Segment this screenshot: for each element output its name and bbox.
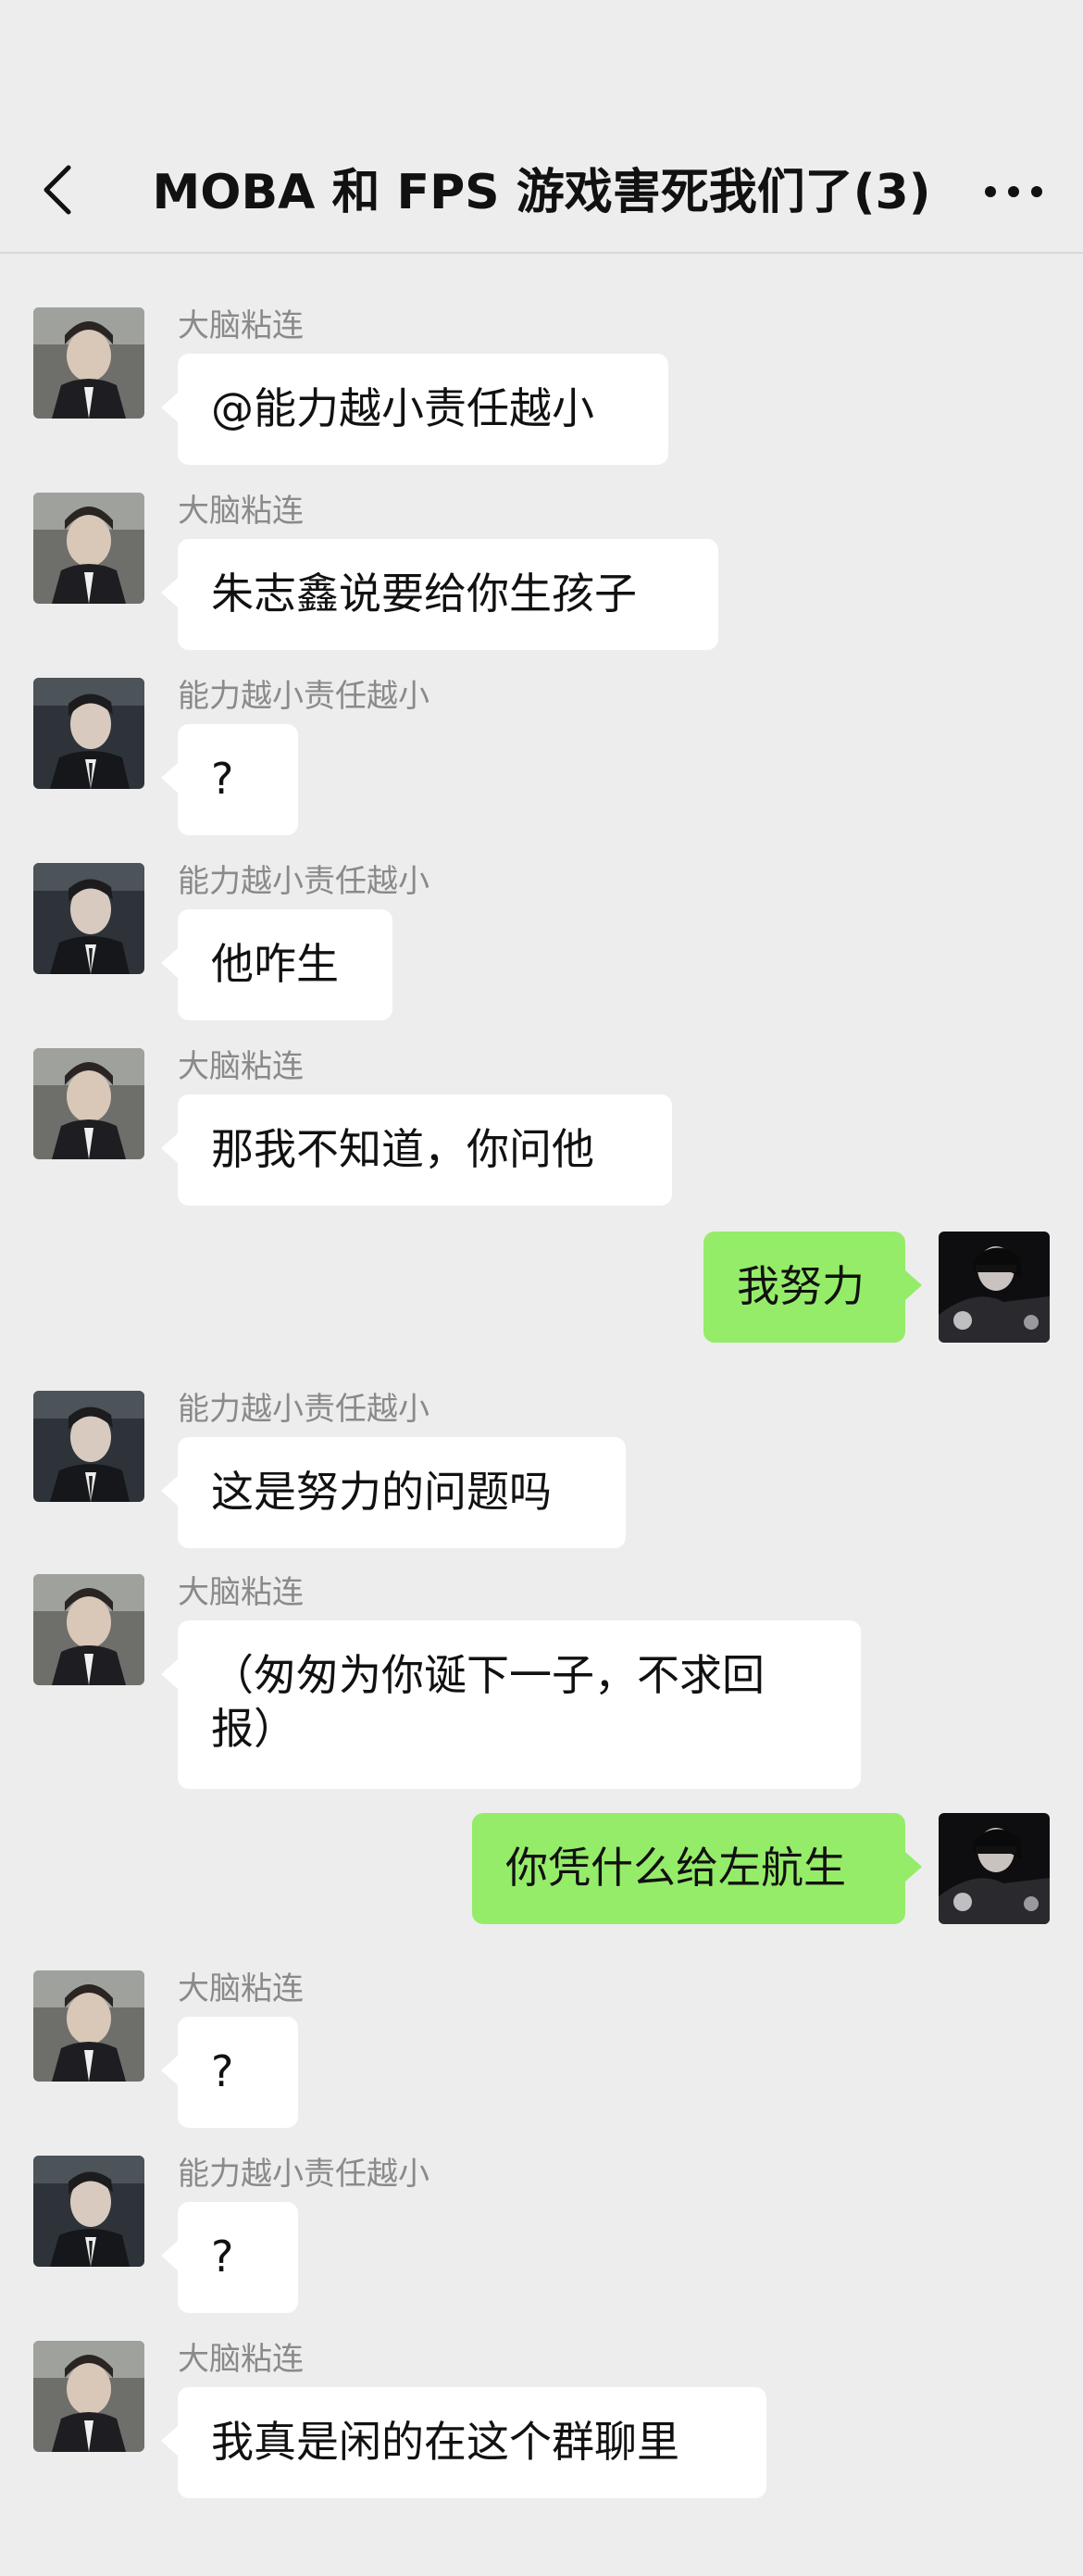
message-text: 那我不知道，你问他 (211, 1124, 594, 1174)
message-bubble[interactable]: ? (161, 2202, 298, 2313)
message-bubble[interactable]: 他咋生 (161, 909, 392, 1020)
message-bubble[interactable]: 我努力 (703, 1232, 922, 1343)
sender-name: 能力越小责任越小 (178, 2156, 429, 2193)
avatar[interactable] (33, 2341, 144, 2452)
avatar[interactable] (33, 1391, 144, 1502)
sender-name: 大脑粘连 (178, 2341, 304, 2378)
sender-name: 大脑粘连 (178, 1048, 304, 1085)
avatar[interactable] (939, 1813, 1050, 1924)
message-text: ? (211, 2046, 234, 2096)
avatar[interactable] (33, 2156, 144, 2267)
more-button[interactable] (981, 178, 1046, 206)
avatar[interactable] (33, 1970, 144, 2082)
message-bubble[interactable]: （匆匆为你诞下一子，不求回 报） (161, 1620, 861, 1789)
message-text: 朱志鑫说要给你生孩子 (211, 569, 637, 619)
sender-name: 大脑粘连 (178, 493, 304, 530)
message-text-line2: 报） (211, 1704, 296, 1754)
message-bubble[interactable]: ? (161, 2017, 298, 2128)
avatar[interactable] (33, 863, 144, 974)
avatar[interactable] (33, 493, 144, 604)
message-bubble[interactable]: 你凭什么给左航生 (472, 1813, 922, 1924)
message-text: ? (211, 2232, 234, 2282)
sender-name: 能力越小责任越小 (178, 1391, 429, 1428)
message-text: 我努力 (737, 1261, 865, 1311)
sender-name: 能力越小责任越小 (178, 863, 429, 900)
avatar[interactable] (939, 1232, 1050, 1343)
message-text: （匆匆为你诞下一子，不求回 (211, 1650, 765, 1700)
avatar[interactable] (33, 1574, 144, 1685)
message-bubble[interactable]: @能力越小责任越小 (161, 354, 668, 465)
message-bubble[interactable]: 朱志鑫说要给你生孩子 (161, 539, 718, 650)
message-text: 这是努力的问题吗 (211, 1467, 552, 1517)
avatar[interactable] (33, 1048, 144, 1159)
avatar[interactable] (33, 307, 144, 419)
message-text: 你凭什么给左航生 (505, 1843, 846, 1893)
sender-name: 能力越小责任越小 (178, 678, 429, 715)
sender-name: 大脑粘连 (178, 1574, 304, 1611)
message-bubble[interactable]: 我真是闲的在这个群聊里 (161, 2387, 766, 2498)
message-text: ? (211, 754, 234, 804)
sender-name: 大脑粘连 (178, 1970, 304, 2007)
message-bubble[interactable]: 那我不知道，你问他 (161, 1094, 672, 1206)
message-bubble[interactable]: 这是努力的问题吗 (161, 1437, 626, 1548)
message-text: 他咋生 (211, 939, 339, 989)
navigation-bar: MOBA 和 FPS 游戏害死我们了(3) (0, 0, 1083, 254)
message-bubble[interactable]: ? (161, 724, 298, 835)
message-text: 我真是闲的在这个群聊里 (211, 2417, 679, 2467)
sender-name: 大脑粘连 (178, 307, 304, 344)
ellipsis-icon (985, 186, 1042, 197)
avatar[interactable] (33, 678, 144, 789)
message-text: @能力越小责任越小 (211, 383, 594, 433)
chat-title: MOBA 和 FPS 游戏害死我们了(3) (152, 165, 931, 220)
